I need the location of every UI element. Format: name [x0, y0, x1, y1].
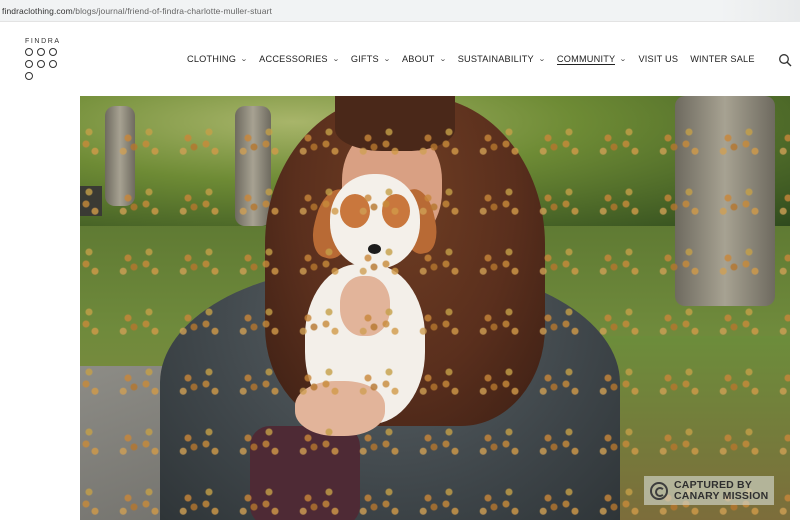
nav-item-winter-sale[interactable]: WINTER SALE — [690, 52, 754, 66]
nav-label: ACCESSORIES — [259, 54, 328, 64]
nav-item-about[interactable]: ABOUT ⌄ — [402, 52, 446, 66]
chevron-down-icon: ⌄ — [382, 56, 391, 63]
nav-item-visit-us[interactable]: VISIT US — [638, 52, 678, 66]
nav-label: WINTER SALE — [690, 54, 755, 64]
photo-tree-trunk — [105, 106, 135, 206]
watermark: CAPTURED BY CANARY MISSION — [644, 476, 774, 505]
photo-tree-trunk — [235, 106, 271, 226]
url-path: /blogs/journal/friend-of-findra-charlott… — [72, 5, 272, 16]
photo-scarf — [250, 426, 360, 520]
nav-item-sustainability[interactable]: SUSTAINABILITY ⌄ — [457, 52, 546, 66]
watermark-line1: CAPTURED BY — [674, 478, 753, 491]
main-nav: CLOTHING ⌄ ACCESSORIES ⌄ GIFTS ⌄ ABOUT ⌄ SUS… — [187, 22, 767, 96]
chevron-down-icon: ⌄ — [240, 56, 249, 63]
logo-wordmark: FINDRA — [25, 38, 61, 45]
url-host: findraclothing.com — [2, 5, 73, 16]
photo-hand — [340, 276, 390, 336]
photo-bangs — [335, 96, 455, 151]
search-icon[interactable] — [778, 53, 792, 67]
chevron-down-icon: ⌄ — [438, 56, 447, 63]
canary-mission-logo-icon — [650, 481, 668, 500]
logo-dots-icon — [25, 48, 59, 82]
nav-item-clothing[interactable]: CLOTHING ⌄ — [187, 52, 249, 66]
chevron-down-icon: ⌄ — [619, 56, 628, 63]
url-text[interactable]: findraclothing.com/blogs/journal/friend-… — [2, 6, 272, 16]
nav-label: CLOTHING — [187, 54, 237, 64]
photo-hand — [295, 381, 385, 436]
nav-label: ABOUT — [401, 54, 435, 64]
nav-item-accessories[interactable]: ACCESSORIES ⌄ — [259, 52, 339, 66]
puppy-nose — [368, 244, 381, 254]
watermark-line2: CANARY MISSION — [674, 489, 769, 502]
nav-label: COMMUNITY — [556, 53, 616, 65]
photo-bench — [80, 186, 102, 216]
watermark-text: CAPTURED BY CANARY MISSION — [674, 478, 769, 502]
chevron-down-icon: ⌄ — [331, 56, 340, 63]
nav-label: GIFTS — [350, 54, 379, 64]
puppy-patch — [382, 194, 410, 228]
address-bar-fade — [720, 0, 800, 22]
site-header: FINDRA CLOTHING ⌄ ACCESSORIES ⌄ GIFTS ⌄ ABO… — [0, 22, 800, 96]
address-bar[interactable]: findraclothing.com/blogs/journal/friend-… — [0, 0, 800, 22]
nav-item-community[interactable]: COMMUNITY ⌄ — [556, 52, 628, 66]
nav-label: VISIT US — [638, 54, 679, 64]
hero-photo — [80, 96, 790, 520]
nav-item-gifts[interactable]: GIFTS ⌄ — [350, 52, 391, 66]
findra-logo[interactable]: FINDRA — [25, 38, 65, 82]
puppy-patch — [340, 194, 370, 228]
chevron-down-icon: ⌄ — [537, 56, 546, 63]
photo-tree-trunk — [675, 96, 775, 306]
nav-label: SUSTAINABILITY — [457, 54, 534, 64]
